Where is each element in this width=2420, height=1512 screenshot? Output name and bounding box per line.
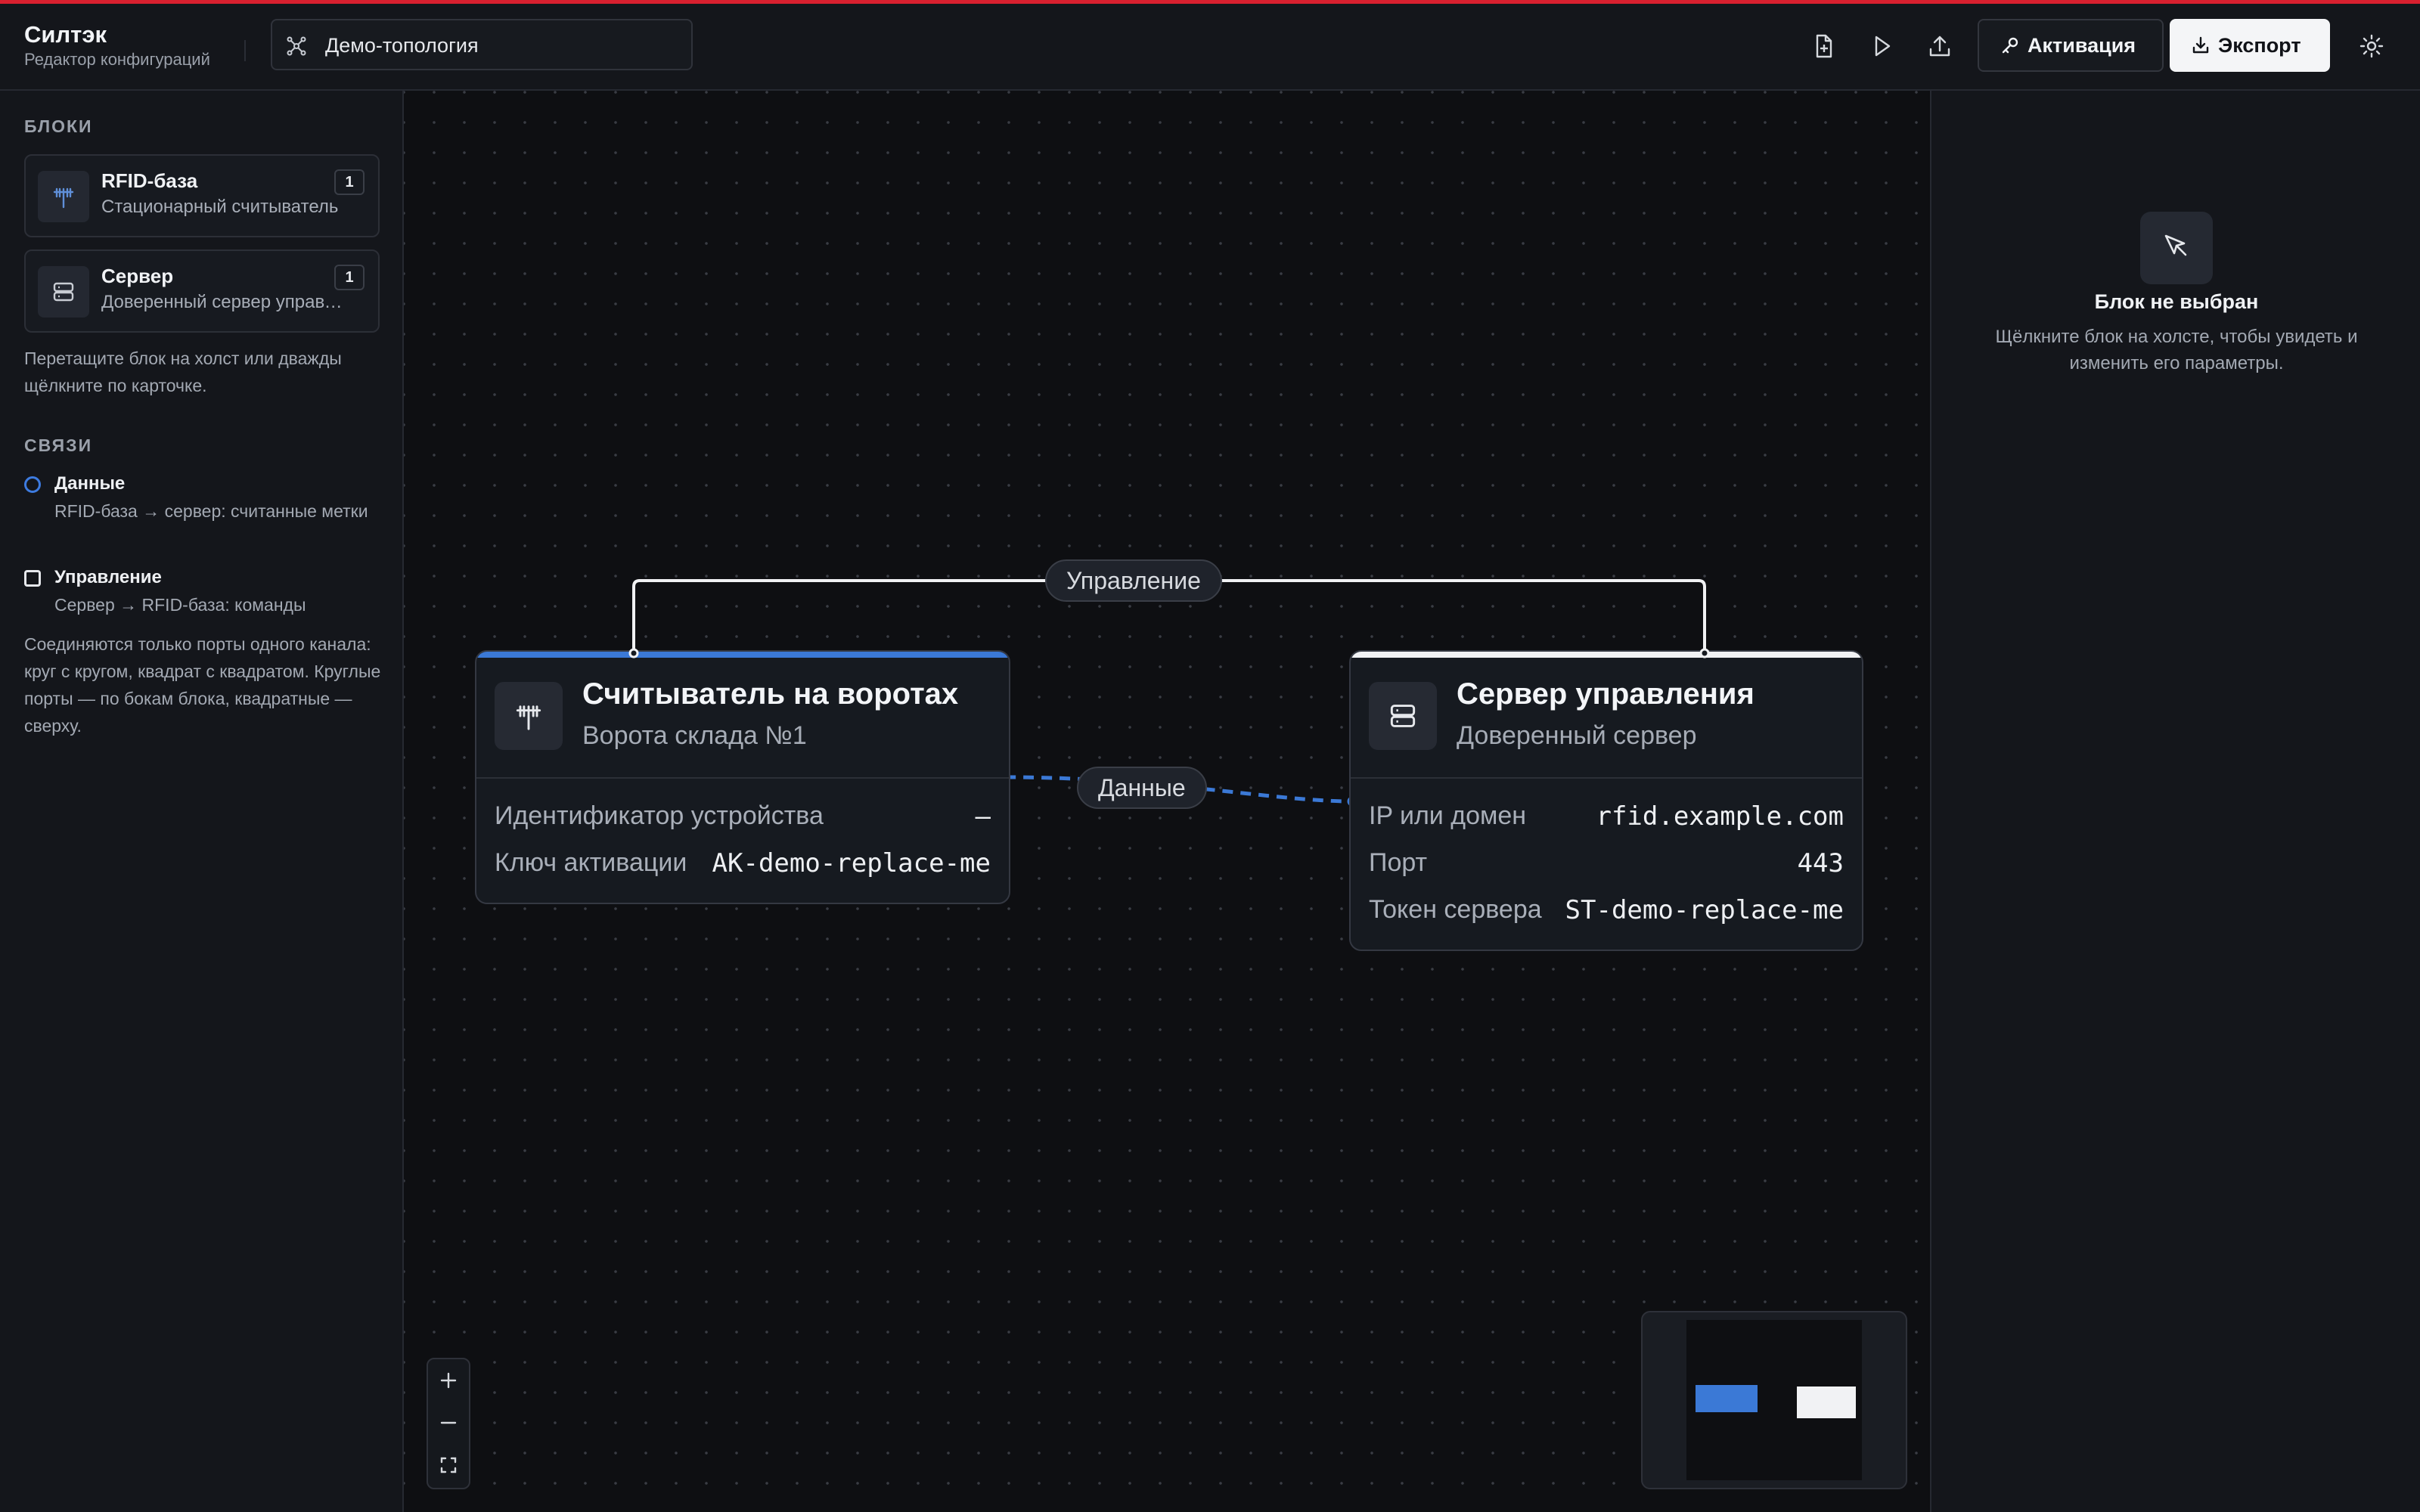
export-button[interactable]: Экспорт — [2170, 19, 2330, 72]
activate-label: Активация — [2028, 33, 2136, 57]
minimap-node-server — [1797, 1387, 1856, 1418]
inspector-icon-box — [2140, 212, 2213, 284]
brand: Силтэк Редактор конфигураций — [24, 20, 210, 70]
node-subtitle: Доверенный сервер — [1457, 721, 1697, 750]
prop-key: Идентификатор устройства — [495, 801, 824, 830]
fit-view-button[interactable] — [428, 1444, 469, 1486]
app-title: Силтэк — [24, 21, 107, 48]
blocks-hint: Перетащите блок на холст или дважды щёлк… — [24, 349, 342, 395]
node-control-server[interactable]: Сервер управления Доверенный сервер IP и… — [1349, 650, 1863, 951]
block-icon-box — [38, 266, 89, 318]
link-type-desc: RFID-база → сервер: считанные метки — [54, 501, 368, 521]
topology-canvas[interactable]: Считыватель на воротах Ворота склада №1 … — [404, 91, 1928, 1512]
node-title: Сервер управления — [1457, 677, 1754, 711]
antenna-icon — [53, 187, 74, 209]
prop-value: rfid.example.com — [1596, 801, 1844, 832]
fit-view-icon — [440, 1457, 457, 1473]
node-prop-row: Идентификатор устройства — — [495, 801, 991, 835]
inspector-empty-title: Блок не выбран — [2094, 290, 2259, 313]
node-prop-row: Ключ активации AK-demo-replace-me — [495, 848, 991, 881]
prop-value: AK-demo-replace-me — [712, 848, 991, 878]
antenna-icon — [516, 705, 541, 730]
upload-icon[interactable] — [1926, 33, 1953, 60]
download-icon — [2192, 36, 2209, 54]
node-icon-box — [495, 682, 563, 750]
inspector-empty-text: Щёлкните блок на холсте, чтобы увидеть и… — [1995, 327, 2358, 373]
block-card-title: Сервер — [101, 265, 174, 287]
project-name-field[interactable]: Демо-топология — [271, 19, 693, 70]
block-card-rfid[interactable]: RFID-база Стационарный считыватель 1 — [24, 154, 380, 237]
header-divider — [244, 40, 246, 61]
node-prop-row: IP или домен rfid.example.com — [1369, 801, 1844, 835]
link-type-desc: Сервер → RFID-база: команды — [54, 595, 306, 615]
minimap-node-reader — [1696, 1385, 1758, 1412]
block-card-title: RFID-база — [101, 169, 198, 192]
node-prop-row: Порт 443 — [1369, 848, 1844, 881]
node-divider — [476, 777, 1009, 779]
links-section-title: СВЯЗИ — [24, 435, 93, 455]
key-icon — [2002, 37, 2018, 54]
node-title: Считыватель на воротах — [582, 677, 959, 711]
control-edge-label[interactable]: Управление — [1045, 559, 1222, 602]
play-icon[interactable] — [1868, 33, 1895, 60]
prop-value: 443 — [1797, 848, 1844, 878]
node-prop-row: Токен сервера ST-demo-replace-me — [1369, 895, 1844, 928]
node-gate-reader[interactable]: Считыватель на воротах Ворота склада №1 … — [475, 650, 1010, 904]
topology-icon — [287, 36, 306, 56]
link-type-title: Данные — [54, 473, 126, 494]
block-card-subtitle: Стационарный считыватель — [101, 197, 339, 217]
prop-key: Токен сервера — [1369, 895, 1542, 924]
zoom-in-button[interactable] — [428, 1359, 469, 1402]
sun-icon[interactable] — [2358, 33, 2385, 60]
add-file-icon[interactable] — [1810, 33, 1837, 60]
pointer-icon — [2164, 234, 2187, 256]
zoom-controls — [427, 1358, 470, 1489]
prop-key: Ключ активации — [495, 848, 687, 877]
prop-key: Порт — [1369, 848, 1428, 877]
block-card-subtitle: Доверенный сервер управления — [101, 292, 343, 312]
app-header: Силтэк Редактор конфигураций Демо-тополо… — [0, 4, 2420, 91]
blocks-section-title: БЛОКИ — [24, 116, 93, 136]
inspector-panel: Блок не выбран Щёлкните блок на холсте, … — [1930, 91, 2420, 1512]
export-label: Экспорт — [2218, 33, 2301, 57]
links-hint: Соединяются только порты одного канала: … — [24, 634, 381, 736]
prop-value: ST-demo-replace-me — [1565, 895, 1844, 925]
project-name: Демо-топология — [325, 34, 479, 57]
node-subtitle: Ворота склада №1 — [582, 721, 807, 750]
server-icon — [53, 282, 74, 302]
node-accent-bar — [1351, 652, 1862, 658]
block-card-server[interactable]: Сервер Доверенный сервер управления 1 — [24, 249, 380, 333]
prop-value: — — [975, 801, 991, 832]
block-icon-box — [38, 171, 89, 222]
sidebar: БЛОКИ RFID-база Стационарный считыватель… — [0, 91, 404, 1512]
node-divider — [1351, 777, 1862, 779]
server-icon — [1390, 705, 1416, 727]
minimap[interactable] — [1641, 1311, 1907, 1489]
app-subtitle: Редактор конфигураций — [24, 50, 210, 69]
activate-button[interactable]: Активация — [1978, 19, 2164, 72]
block-count-badge: 1 — [334, 265, 365, 290]
link-type-title: Управление — [54, 567, 162, 587]
node-accent-bar — [476, 652, 1009, 658]
square-port-icon — [24, 570, 41, 587]
plus-icon — [440, 1372, 457, 1389]
minus-icon — [440, 1421, 457, 1424]
zoom-out-button[interactable] — [428, 1402, 469, 1444]
node-icon-box — [1369, 682, 1437, 750]
data-edge-label[interactable]: Данные — [1077, 767, 1207, 809]
prop-key: IP или домен — [1369, 801, 1527, 830]
block-count-badge: 1 — [334, 169, 365, 195]
circle-port-icon — [24, 476, 41, 493]
